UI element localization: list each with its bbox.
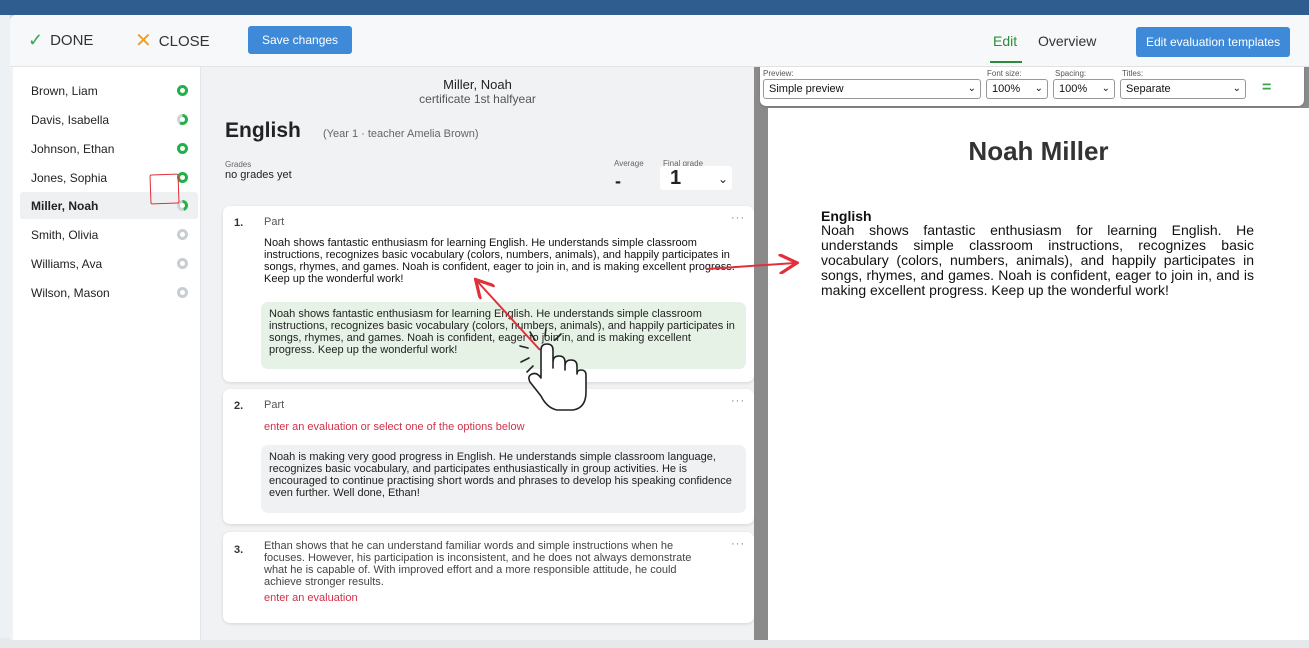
tab-edit-indicator xyxy=(990,61,1022,63)
evaluation-part-card: 3. Ethan shows that he can understand fa… xyxy=(223,532,754,623)
part-title: Part xyxy=(264,399,285,411)
progress-partial-icon xyxy=(177,114,188,125)
preview-mode-value: Simple preview xyxy=(769,83,844,95)
progress-empty-icon xyxy=(177,287,188,298)
progress-empty-icon xyxy=(177,229,188,240)
evaluation-part-card: 2. Part ··· enter an evaluation or selec… xyxy=(223,389,754,524)
preview-mode-select[interactable]: Simple preview ⌄ xyxy=(763,79,981,99)
tab-overview[interactable]: Overview xyxy=(1038,33,1096,49)
final-grade-select[interactable]: 1 ⌄ xyxy=(660,166,732,190)
dialog-header: ✓ DONE ✕ CLOSE Save changes Edit Overvie… xyxy=(10,15,1309,67)
student-item[interactable]: Smith, Olivia xyxy=(20,221,198,248)
equals-icon[interactable]: = xyxy=(1262,79,1271,97)
background-app-nav xyxy=(0,15,10,648)
evaluation-option[interactable]: Noah is making very good progress in Eng… xyxy=(261,445,746,513)
evaluation-prompt[interactable]: enter an evaluation or select one of the… xyxy=(264,421,525,433)
student-name: Brown, Liam xyxy=(31,83,98,98)
part-title: Part xyxy=(264,216,285,228)
close-label: CLOSE xyxy=(158,32,210,50)
spacing-label: Spacing: xyxy=(1055,69,1087,78)
font-size-select[interactable]: 100% ⌄ xyxy=(986,79,1048,99)
evaluation-editor: Miller, Noah certificate 1st halfyear En… xyxy=(201,67,754,640)
done-button[interactable]: ✓ DONE xyxy=(28,31,93,49)
average-value: - xyxy=(615,171,621,191)
edit-evaluation-templates-button[interactable]: Edit evaluation templates xyxy=(1136,27,1291,57)
evaluation-option-selected[interactable]: Noah shows fantastic enthusiasm for lear… xyxy=(261,302,746,369)
check-icon: ✓ xyxy=(28,30,44,50)
more-options-icon[interactable]: ··· xyxy=(731,395,745,407)
preview-mode-label: Preview: xyxy=(763,69,794,78)
student-name: Davis, Isabella xyxy=(31,112,110,127)
certificate-preview: Preview: Simple preview ⌄ Font size: 100… xyxy=(754,67,1309,640)
evaluation-text[interactable]: Noah shows fantastic enthusiasm for lear… xyxy=(264,237,744,285)
font-size-label: Font size: xyxy=(987,69,1022,78)
titles-select[interactable]: Separate ⌄ xyxy=(1120,79,1246,99)
background-app-topbar xyxy=(0,0,1309,15)
student-title: Miller, Noah xyxy=(443,77,512,92)
student-name: Smith, Olivia xyxy=(31,227,99,242)
chevron-down-icon: ⌄ xyxy=(1232,83,1241,94)
spacing-select[interactable]: 100% ⌄ xyxy=(1053,79,1115,99)
student-item[interactable]: Williams, Ava xyxy=(20,250,198,277)
preview-toolbar: Preview: Simple preview ⌄ Font size: 100… xyxy=(760,67,1304,106)
part-number: 1. xyxy=(234,217,244,229)
student-name: Miller, Noah xyxy=(31,198,99,213)
titles-value: Separate xyxy=(1126,83,1171,95)
average-label: Average xyxy=(614,159,644,168)
chevron-down-icon: ⌄ xyxy=(967,83,976,94)
preview-page: Noah Miller English Noah shows fantastic… xyxy=(768,108,1309,640)
chevron-down-icon: ⌄ xyxy=(718,172,729,186)
evaluation-prompt[interactable]: enter an evaluation xyxy=(264,592,358,604)
preview-evaluation-text: Noah shows fantastic enthusiasm for lear… xyxy=(821,222,1254,298)
tab-edit[interactable]: Edit xyxy=(993,33,1017,49)
font-size-value: 100% xyxy=(992,83,1021,95)
grades-value: no grades yet xyxy=(225,169,292,181)
chevron-down-icon: ⌄ xyxy=(1101,83,1110,94)
annotation-highlight-box xyxy=(149,173,180,205)
done-label: DONE xyxy=(50,31,94,49)
titles-label: Titles: xyxy=(1122,69,1144,78)
grades-label: Grades xyxy=(225,160,252,169)
progress-empty-icon xyxy=(177,258,188,269)
close-icon: ✕ xyxy=(135,30,152,52)
spacing-value: 100% xyxy=(1059,83,1088,95)
preview-student-name: Noah Miller xyxy=(968,136,1109,166)
more-options-icon[interactable]: ··· xyxy=(731,212,745,224)
student-item[interactable]: Davis, Isabella xyxy=(20,106,198,133)
student-name: Jones, Sophia xyxy=(31,170,108,185)
chevron-down-icon: ⌄ xyxy=(1034,83,1043,94)
subject-meta: (Year 1 · teacher Amelia Brown) xyxy=(323,128,479,140)
evaluation-text[interactable]: Ethan shows that he can understand famil… xyxy=(264,540,712,588)
part-number: 3. xyxy=(234,544,244,556)
student-list: Brown, Liam Davis, Isabella Johnson, Eth… xyxy=(13,67,201,640)
evaluation-part-card: 1. Part ··· Noah shows fantastic enthusi… xyxy=(223,206,754,382)
final-grade-value: 1 xyxy=(670,167,682,189)
student-item[interactable]: Brown, Liam xyxy=(20,77,198,104)
student-name: Wilson, Mason xyxy=(31,285,110,300)
part-number: 2. xyxy=(234,400,244,412)
progress-full-icon xyxy=(177,85,188,96)
student-name: Williams, Ava xyxy=(31,256,103,271)
save-changes-button[interactable]: Save changes xyxy=(248,26,353,54)
certificate-label: certificate 1st halfyear xyxy=(419,92,536,106)
student-item[interactable]: Wilson, Mason xyxy=(20,279,198,306)
evaluation-editor-dialog: ✓ DONE ✕ CLOSE Save changes Edit Overvie… xyxy=(10,15,1309,640)
close-button[interactable]: ✕ CLOSE xyxy=(135,31,210,51)
more-options-icon[interactable]: ··· xyxy=(731,538,745,550)
student-item[interactable]: Johnson, Ethan xyxy=(20,135,198,162)
subject-title: English xyxy=(225,119,301,142)
progress-full-icon xyxy=(177,143,188,154)
student-name: Johnson, Ethan xyxy=(31,141,115,156)
